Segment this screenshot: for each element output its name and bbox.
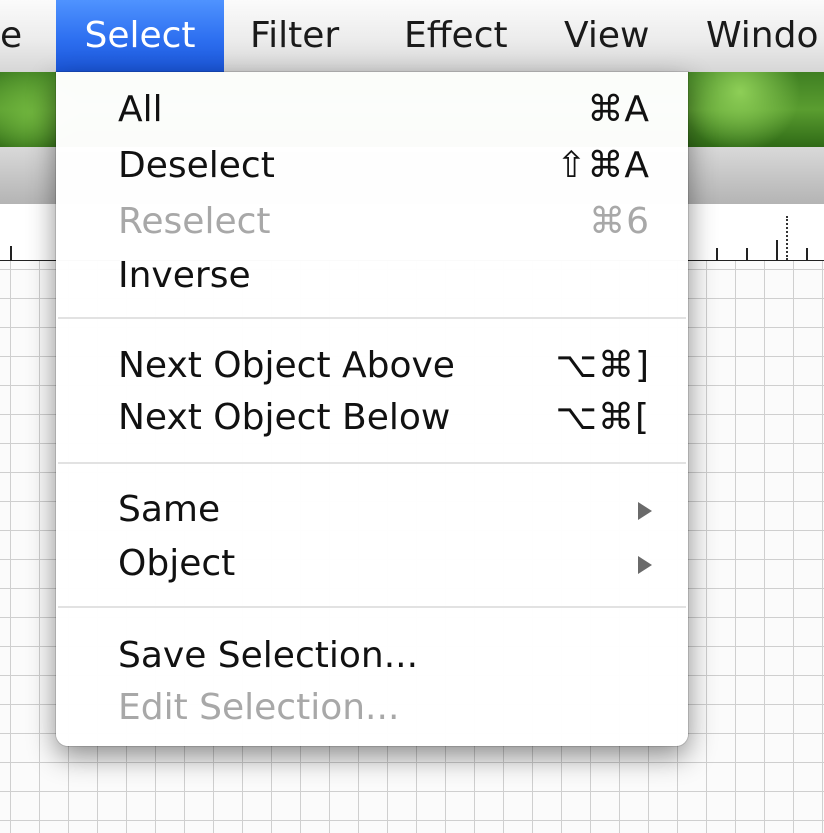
menu-item-label: Deselect (118, 145, 275, 186)
ruler-guide-marker (786, 216, 788, 260)
menu-view[interactable]: View (564, 0, 649, 72)
menu-item-shortcut: ⇧⌘A (556, 145, 650, 186)
menu-item-all[interactable]: All ⌘A (56, 82, 688, 138)
menu-item-label: Object (118, 543, 236, 584)
menu-item-label: All (118, 89, 163, 130)
menu-item-label: Same (118, 489, 221, 530)
submenu-triangle-icon (638, 502, 652, 520)
submenu-triangle-icon (638, 556, 652, 574)
menu-item-next-object-above[interactable]: Next Object Above ⌥⌘] (56, 338, 688, 394)
menu-item-label: Save Selection... (118, 635, 419, 676)
menu-select[interactable]: Select (56, 0, 224, 72)
ruler-tick (746, 248, 748, 260)
menu-item-shortcut: ⌥⌘] (555, 345, 650, 386)
ruler-tick (716, 248, 718, 260)
menu-effect[interactable]: Effect (404, 0, 508, 72)
menu-item-reselect: Reselect ⌘6 (56, 194, 688, 250)
menu-item-next-object-below[interactable]: Next Object Below ⌥⌘[ (56, 390, 688, 446)
ruler-tick (806, 248, 808, 260)
ruler-tick (10, 246, 12, 260)
menu-item-deselect[interactable]: Deselect ⇧⌘A (56, 138, 688, 194)
menu-type[interactable]: e (0, 0, 22, 72)
ruler-tick (776, 240, 778, 260)
select-dropdown-menu: All ⌘A Deselect ⇧⌘A Reselect ⌘6 Inverse … (56, 72, 688, 746)
app-menu-bar: e Select Filter Effect View Windo (0, 0, 824, 73)
menu-item-save-selection[interactable]: Save Selection... (56, 628, 688, 684)
menu-item-object[interactable]: Object (56, 536, 688, 592)
menu-item-edit-selection: Edit Selection... (56, 680, 688, 736)
menu-item-same[interactable]: Same (56, 482, 688, 538)
menu-separator (58, 317, 686, 319)
menu-window[interactable]: Windo (706, 0, 819, 72)
menu-item-label: Inverse (118, 255, 251, 296)
menu-item-label: Next Object Above (118, 345, 455, 386)
menu-separator (58, 462, 686, 464)
menu-item-label: Edit Selection... (118, 687, 400, 728)
menu-item-shortcut: ⌥⌘[ (555, 397, 650, 438)
menu-item-inverse[interactable]: Inverse (56, 248, 688, 304)
menu-item-label: Next Object Below (118, 397, 451, 438)
menu-item-label: Reselect (118, 201, 271, 242)
menu-item-shortcut: ⌘A (587, 89, 650, 130)
menu-separator (58, 606, 686, 608)
menu-filter[interactable]: Filter (250, 0, 339, 72)
menu-item-shortcut: ⌘6 (589, 201, 650, 242)
